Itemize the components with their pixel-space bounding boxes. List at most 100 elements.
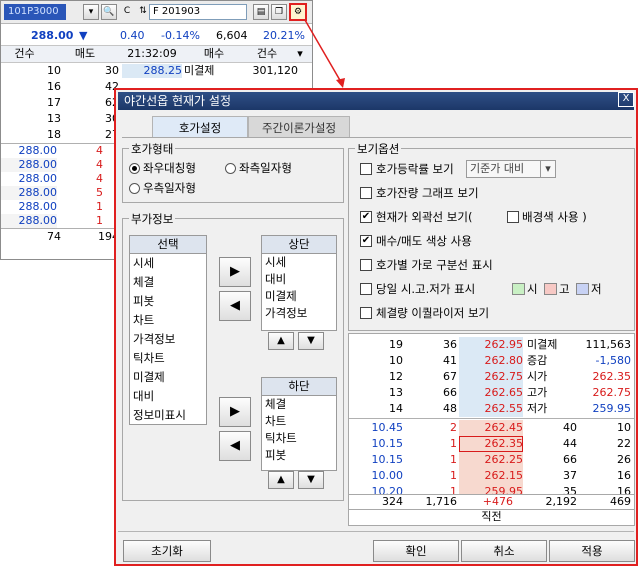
radio-symmetric[interactable] xyxy=(129,163,140,174)
pv-info-value: 262.35 xyxy=(592,370,632,383)
apply-button[interactable]: 적용 xyxy=(549,540,635,562)
add-top-button[interactable]: ▶ xyxy=(219,257,251,287)
pv-bid-price: 262.45 xyxy=(459,420,523,436)
pv-info-value: -1,580 xyxy=(595,354,631,367)
pv-bid-price: 262.25 xyxy=(459,452,523,468)
pv-ask-price: 262.95 xyxy=(459,337,523,353)
add-bottom-button[interactable]: ▶ xyxy=(219,397,251,427)
preview-grid: 19 36 262.95 미결제 111,563 10 41 262.80 증감… xyxy=(348,333,635,501)
open-color-swatch[interactable] xyxy=(512,283,525,295)
pv-bid-right-count: 16 xyxy=(617,469,631,482)
view-options-group: 보기옵션 호가등락률 보기 기준가 대비 ▾ 호가잔량 그래프 보기 ✔ 현재가… xyxy=(348,141,635,331)
remove-bottom-button[interactable]: ◀ xyxy=(219,431,251,461)
radio-right-line[interactable] xyxy=(129,183,140,194)
tab-divider xyxy=(122,137,632,138)
rate-base-select[interactable]: 기준가 대비 ▾ xyxy=(466,160,556,178)
pv-info-value: 262.75 xyxy=(592,386,632,399)
pv-bid-qty: 1 xyxy=(450,437,457,450)
quote-type-group: 호가형태 좌우대칭형 좌측일자형 우측일자형 xyxy=(122,141,344,203)
list-item[interactable]: 체결 xyxy=(133,273,154,292)
pv-bid-right-count: 26 xyxy=(617,453,631,466)
top-list[interactable]: 상단 시세 대비 미결제 가격정보 xyxy=(261,235,337,331)
list-item[interactable]: 피봇 xyxy=(133,292,154,311)
low-color-swatch[interactable] xyxy=(576,283,589,295)
rate-base-value: 기준가 대비 xyxy=(470,162,525,175)
view-options-label: 보기옵션 xyxy=(355,141,402,157)
pv-total-ask: 1,716 xyxy=(425,495,458,508)
radio-symmetric-label: 좌우대칭형 xyxy=(143,161,196,175)
color-checkbox[interactable]: ✔ xyxy=(360,235,372,247)
pv-info-label: 증감 xyxy=(527,354,548,367)
ok-button[interactable]: 확인 xyxy=(373,540,459,562)
radio-left-line-label: 좌측일자형 xyxy=(239,161,292,175)
ohl-checkbox[interactable] xyxy=(360,283,372,295)
top-move-up-button[interactable]: ▲ xyxy=(268,332,294,350)
pv-total-count2: 469 xyxy=(610,495,631,508)
separator-checkbox[interactable] xyxy=(360,259,372,271)
pv-bid-right-count: 22 xyxy=(617,437,631,450)
extra-info-label: 부가정보 xyxy=(129,211,176,227)
pv-ask-qty: 41 xyxy=(443,354,457,367)
list-item[interactable]: 대비 xyxy=(133,387,154,406)
pv-ask-count: 13 xyxy=(389,386,403,399)
pv-ask-count: 10 xyxy=(389,354,403,367)
pv-ask-count: 19 xyxy=(389,338,403,351)
list-item[interactable]: 차트 xyxy=(133,311,154,330)
select-list[interactable]: 선택 시세 체결 피봇 차트 가격정보 틱차트 미결제 대비 정보미표시 xyxy=(129,235,207,425)
list-item[interactable]: 가격정보 xyxy=(133,330,175,349)
equalizer-label: 체결량 이퀄라이저 보기 xyxy=(376,306,490,320)
pv-ask-qty: 36 xyxy=(443,338,457,351)
bottom-list[interactable]: 하단 체결 차트 틱차트 피봇 xyxy=(261,377,337,471)
bottom-move-down-button[interactable]: ▼ xyxy=(298,471,324,489)
list-item[interactable]: 피봇 xyxy=(265,446,286,465)
radio-right-line-label: 우측일자형 xyxy=(143,181,196,195)
pv-bid-qty: 1 xyxy=(450,453,457,466)
rate-checkbox[interactable] xyxy=(360,163,372,175)
pv-ask-count: 12 xyxy=(389,370,403,383)
list-item[interactable]: 정보미표시 xyxy=(133,406,186,425)
pv-total-count: 324 xyxy=(382,495,403,508)
divider xyxy=(349,418,634,419)
select-list-header: 선택 xyxy=(130,236,206,254)
pv-info-label: 시가 xyxy=(527,370,548,383)
remove-top-button[interactable]: ◀ xyxy=(219,291,251,321)
reset-button[interactable]: 초기화 xyxy=(123,540,211,562)
list-item[interactable]: 틱차트 xyxy=(133,349,165,368)
pv-total-diff: +476 xyxy=(482,495,513,508)
top-move-down-button[interactable]: ▼ xyxy=(298,332,324,350)
bottom-move-up-button[interactable]: ▲ xyxy=(268,471,294,489)
tab-daytime-theory[interactable]: 주간이론가설정 xyxy=(248,116,350,138)
bgcolor-checkbox[interactable] xyxy=(507,211,519,223)
low-label: 저 xyxy=(591,282,602,296)
list-item[interactable]: 미결제 xyxy=(133,368,165,387)
pv-ask-price: 262.80 xyxy=(459,353,523,369)
graph-label: 호가잔량 그래프 보기 xyxy=(376,186,479,200)
settings-dialog: 야간선옵 현재가 설정 X 호가설정 주간이론가설정 호가형태 좌우대칭형 좌측… xyxy=(114,88,638,566)
quote-type-label: 호가형태 xyxy=(129,141,176,157)
tab-quote-settings[interactable]: 호가설정 xyxy=(152,116,248,138)
dialog-title: 야간선옵 현재가 설정 xyxy=(124,94,231,108)
divider xyxy=(118,531,634,532)
close-icon[interactable]: X xyxy=(618,92,634,107)
graph-checkbox[interactable] xyxy=(360,187,372,199)
high-color-swatch[interactable] xyxy=(544,283,557,295)
pv-ask-qty: 66 xyxy=(443,386,457,399)
pv-bid-amount: 10.00 xyxy=(371,469,404,482)
pv-bid-right-count: 10 xyxy=(617,421,631,434)
outline-checkbox[interactable]: ✔ xyxy=(360,211,372,223)
high-label: 고 xyxy=(559,282,570,296)
pv-ask-price: 262.65 xyxy=(459,385,523,401)
radio-left-line[interactable] xyxy=(225,163,236,174)
list-item[interactable]: 시세 xyxy=(133,254,154,273)
pv-bid-price: 262.15 xyxy=(459,468,523,484)
separator-label: 호가별 가로 구분선 표시 xyxy=(376,258,493,272)
preview-footer: 직전 xyxy=(348,510,635,526)
pv-bid-right-qty: 44 xyxy=(563,437,577,450)
list-item[interactable]: 가격정보 xyxy=(265,304,307,323)
color-label: 매수/매도 색상 사용 xyxy=(376,234,472,248)
cancel-button[interactable]: 취소 xyxy=(461,540,547,562)
equalizer-checkbox[interactable] xyxy=(360,307,372,319)
pv-bid-right-qty: 37 xyxy=(563,469,577,482)
chevron-down-icon[interactable]: ▾ xyxy=(540,161,555,177)
pv-info-value: 259.95 xyxy=(592,402,632,415)
